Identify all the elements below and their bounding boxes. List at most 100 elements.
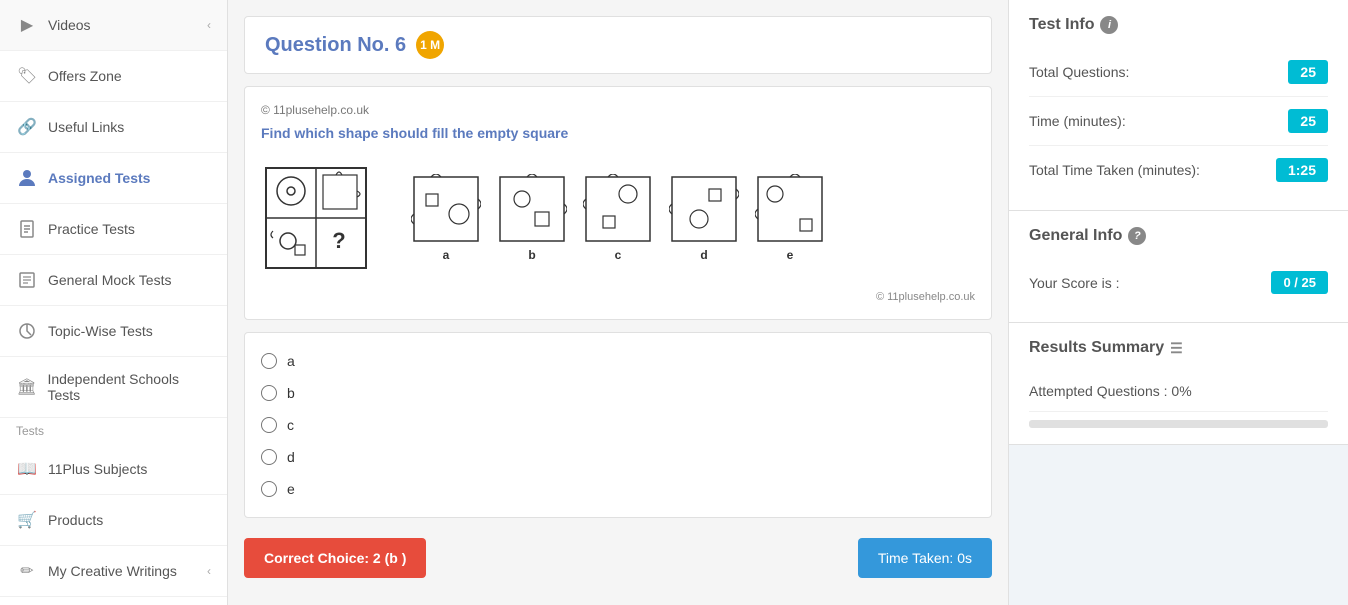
general-info-section: General Info ? Your Score is : 0 / 25 — [1009, 211, 1348, 323]
question-copyright: © 11plusehelp.co.uk — [261, 103, 975, 117]
question-instruction: Find which shape should fill the empty s… — [261, 125, 975, 141]
sidebar-item-offers-zone[interactable]: 🏷 Offers Zone — [0, 51, 227, 102]
option-c-label: c — [615, 248, 622, 262]
general-info-icon: ? — [1128, 227, 1146, 245]
results-summary-title: Results Summary — [1029, 339, 1164, 357]
label-e[interactable]: e — [287, 481, 295, 497]
link-icon: 🔗 — [16, 116, 38, 138]
mark-badge: 1 M — [416, 31, 444, 59]
results-summary-header: Results Summary ☰ — [1029, 339, 1328, 357]
total-questions-row: Total Questions: 25 — [1029, 48, 1328, 97]
total-time-taken-value: 1:25 — [1276, 158, 1328, 182]
test-info-title: Test Info — [1029, 16, 1094, 34]
answer-option-e: e — [261, 473, 975, 505]
sidebar-item-label: Useful Links — [48, 119, 124, 135]
label-a[interactable]: a — [287, 353, 295, 369]
sidebar-item-topic-wise-tests[interactable]: Topic-Wise Tests — [0, 306, 227, 357]
progress-bar-container — [1029, 420, 1328, 428]
question-title: Question No. 6 — [265, 34, 406, 57]
video-icon: ▶ — [16, 14, 38, 36]
radio-b[interactable] — [261, 385, 277, 401]
school-icon: 🏛 — [16, 376, 37, 398]
puzzle-option-a-image — [411, 174, 481, 244]
sidebar-item-practice-tests[interactable]: Practice Tests — [0, 204, 227, 255]
sidebar-item-products[interactable]: 🛒 Products — [0, 495, 227, 546]
right-panel: Test Info i Total Questions: 25 Time (mi… — [1008, 0, 1348, 605]
label-d[interactable]: d — [287, 449, 295, 465]
total-questions-value: 25 — [1288, 60, 1328, 84]
attempted-questions-label: Attempted Questions : 0% — [1029, 383, 1192, 399]
sidebar-item-11plus-subjects[interactable]: 📖 11Plus Subjects — [0, 444, 227, 495]
chevron-icon: ‹ — [207, 18, 211, 32]
copyright-bottom: © 11plusehelp.co.uk — [261, 291, 975, 303]
sidebar-item-label: Products — [48, 512, 103, 528]
total-time-taken-row: Total Time Taken (minutes): 1:25 — [1029, 146, 1328, 194]
label-c[interactable]: c — [287, 417, 294, 433]
info-icon: i — [1100, 16, 1118, 34]
score-value: 0 / 25 — [1271, 271, 1328, 294]
general-info-title: General Info — [1029, 227, 1122, 245]
answer-option-a: a — [261, 345, 975, 377]
main-content: Question No. 6 1 M © 11plusehelp.co.uk F… — [228, 0, 1008, 605]
writings-icon: ✏ — [16, 560, 38, 582]
total-questions-label: Total Questions: — [1029, 64, 1129, 80]
sidebar-item-assigned-tests[interactable]: Assigned Tests — [0, 153, 227, 204]
radio-c[interactable] — [261, 417, 277, 433]
answer-option-d: d — [261, 441, 975, 473]
answer-option-b: b — [261, 377, 975, 409]
time-minutes-value: 25 — [1288, 109, 1328, 133]
option-b-label: b — [528, 248, 535, 262]
svg-text:?: ? — [332, 228, 345, 253]
score-row: Your Score is : 0 / 25 — [1029, 259, 1328, 306]
answer-options: a b c d e — [244, 332, 992, 518]
puzzle-option-e-image — [755, 174, 825, 244]
user-icon — [16, 167, 38, 189]
puzzle-options: a b — [411, 174, 825, 262]
puzzle-option-b: b — [497, 174, 567, 262]
puzzle-option-d-image — [669, 174, 739, 244]
test-info-header: Test Info i — [1029, 16, 1328, 34]
correct-choice-button[interactable]: Correct Choice: 2 (b ) — [244, 538, 426, 578]
puzzle-option-a: a — [411, 174, 481, 262]
subjects-icon: 📖 — [16, 458, 38, 480]
products-icon: 🛒 — [16, 509, 38, 531]
puzzle-area: ? a — [261, 153, 975, 283]
option-a-label: a — [443, 248, 450, 262]
score-label: Your Score is : — [1029, 275, 1120, 291]
radio-d[interactable] — [261, 449, 277, 465]
sidebar-item-label: 11Plus Subjects — [48, 461, 147, 477]
radio-e[interactable] — [261, 481, 277, 497]
puzzle-main-image: ? — [261, 163, 371, 273]
topic-icon — [16, 320, 38, 342]
sidebar-item-label: Videos — [48, 17, 91, 33]
sidebar-item-label: Topic-Wise Tests — [48, 323, 153, 339]
question-header: Question No. 6 1 M — [244, 16, 992, 74]
sidebar-item-label: General Mock Tests — [48, 272, 171, 288]
sidebar-item-my-creative-writings[interactable]: ✏ My Creative Writings ‹ — [0, 546, 227, 597]
sidebar-item-label: Assigned Tests — [48, 170, 150, 186]
mock-icon — [16, 269, 38, 291]
sidebar-item-independent-schools[interactable]: 🏛 Independent Schools Tests — [0, 357, 227, 418]
option-d-label: d — [700, 248, 707, 262]
sidebar-item-useful-links[interactable]: 🔗 Useful Links — [0, 102, 227, 153]
sidebar-item-label: Practice Tests — [48, 221, 135, 237]
puzzle-option-b-image — [497, 174, 567, 244]
chevron-icon: ‹ — [207, 564, 211, 578]
question-box: © 11plusehelp.co.uk Find which shape sho… — [244, 86, 992, 320]
radio-a[interactable] — [261, 353, 277, 369]
time-minutes-label: Time (minutes): — [1029, 113, 1126, 129]
sidebar-item-videos[interactable]: ▶ Videos ‹ — [0, 0, 227, 51]
attempted-questions-row: Attempted Questions : 0% — [1029, 371, 1328, 412]
sidebar-item-label: Independent Schools Tests — [47, 371, 211, 403]
puzzle-option-c-image — [583, 174, 653, 244]
file-icon — [16, 218, 38, 240]
bottom-bar: Correct Choice: 2 (b ) Time Taken: 0s — [244, 530, 992, 586]
results-summary-section: Results Summary ☰ Attempted Questions : … — [1009, 323, 1348, 445]
sidebar-item-general-mock-tests[interactable]: General Mock Tests — [0, 255, 227, 306]
offers-icon: 🏷 — [16, 65, 38, 87]
puzzle-option-c: c — [583, 174, 653, 262]
puzzle-option-d: d — [669, 174, 739, 262]
label-b[interactable]: b — [287, 385, 295, 401]
time-taken-button[interactable]: Time Taken: 0s — [858, 538, 992, 578]
puzzle-option-e: e — [755, 174, 825, 262]
